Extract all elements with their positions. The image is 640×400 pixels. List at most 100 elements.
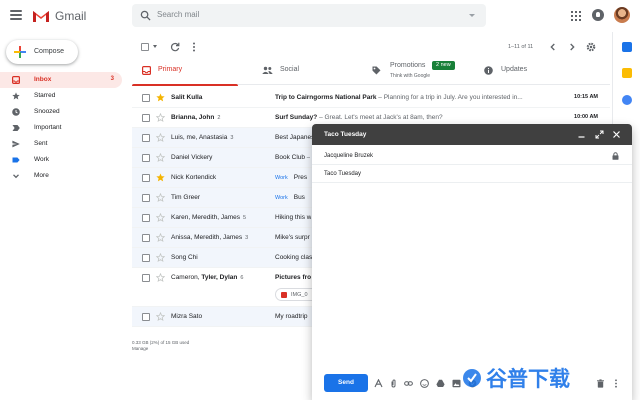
sidebar-item-sent[interactable]: Sent (0, 136, 122, 152)
work-label-chip[interactable]: Work (275, 175, 288, 181)
new-count-badge: 2 new (432, 61, 455, 70)
search-input[interactable]: Search mail (157, 10, 199, 19)
watermark-text: 谷普下载 (486, 367, 570, 391)
select-all-checkbox[interactable] (141, 43, 149, 51)
compose-button[interactable]: Compose (6, 40, 78, 64)
subject-text: Mike's surpr (275, 234, 310, 241)
fullscreen-icon[interactable] (595, 130, 604, 139)
sidebar-item-important[interactable]: Important (0, 120, 122, 136)
more-vert-icon[interactable] (192, 42, 196, 52)
formatting-icon[interactable] (374, 379, 383, 388)
emoji-icon[interactable] (420, 379, 429, 388)
sender-name: Salit Kulla (171, 94, 203, 101)
drive-icon[interactable] (436, 379, 445, 388)
search-icon[interactable] (140, 10, 151, 21)
list-toolbar: 1–11 of 11 (132, 36, 604, 58)
row-checkbox[interactable] (142, 154, 150, 162)
email-subject: Hiking this w (275, 214, 311, 221)
insert-photo-icon[interactable] (452, 379, 461, 388)
row-checkbox[interactable] (142, 194, 150, 202)
subject-field[interactable]: Taco Tuesday (312, 165, 632, 183)
chevron-left-icon[interactable] (549, 43, 557, 51)
row-checkbox[interactable] (142, 114, 150, 122)
star-icon[interactable] (156, 93, 165, 102)
calendar-icon[interactable] (622, 42, 632, 52)
star-outline-icon[interactable] (156, 312, 165, 321)
subject-text: Bus (293, 194, 305, 201)
attach-file-icon[interactable] (389, 379, 398, 388)
tab-label: Social (280, 66, 300, 73)
row-checkbox[interactable] (142, 174, 150, 182)
star-outline-icon[interactable] (156, 133, 165, 142)
tab-promotions[interactable]: Promotions 2 new Think with Google (370, 58, 490, 85)
sidebar-item-inbox[interactable]: Inbox 3 (0, 72, 122, 88)
sidebar-item-starred[interactable]: Starred (0, 88, 122, 104)
tasks-icon[interactable] (622, 95, 632, 105)
email-subject: My roadtrip (275, 313, 308, 320)
email-subject: Mike's surpr (275, 234, 310, 241)
recipients-field[interactable]: Jacqueline Bruzek (312, 147, 632, 165)
star-outline-icon[interactable] (156, 113, 165, 122)
email-sender: Daniel Vickery (171, 154, 212, 161)
chevron-right-icon[interactable] (568, 43, 576, 51)
email-sender: Salit Kulla (171, 94, 202, 101)
page-count: 1–11 of 11 (508, 44, 534, 50)
email-date: 10:15 AM (574, 94, 598, 100)
tab-updates[interactable]: Updates (482, 58, 582, 85)
row-checkbox[interactable] (142, 313, 150, 321)
settings-gear-icon[interactable] (586, 42, 596, 52)
tab-label: Updates (501, 66, 528, 73)
star-outline-icon[interactable] (156, 213, 165, 222)
sidebar-item-label: More (34, 172, 49, 179)
star-outline-icon[interactable] (156, 233, 165, 242)
notifications-icon[interactable] (592, 9, 604, 21)
insert-link-icon[interactable] (404, 379, 413, 388)
star-icon[interactable] (156, 173, 165, 182)
row-checkbox[interactable] (142, 94, 150, 102)
account-avatar[interactable] (614, 7, 630, 23)
star-outline-icon[interactable] (156, 193, 165, 202)
thread-count: 3 (230, 135, 234, 141)
star-outline-icon[interactable] (156, 153, 165, 162)
email-sender: Nick Kortendick (171, 174, 216, 181)
important-icon (12, 125, 20, 131)
sidebar-nav: Inbox 3 Starred Snoozed Important Sent W… (0, 72, 124, 184)
thread-count: 2 (217, 115, 221, 121)
work-label-chip[interactable]: Work (275, 195, 288, 201)
select-options-icon[interactable] (153, 45, 157, 48)
clock-icon (12, 108, 20, 116)
search-options-icon[interactable] (469, 14, 475, 17)
row-checkbox[interactable] (142, 274, 150, 282)
tab-primary[interactable]: Primary (132, 58, 238, 86)
apps-grid-icon[interactable] (571, 11, 581, 21)
search-bar[interactable]: Search mail (132, 4, 486, 27)
sidebar-item-more[interactable]: More (0, 168, 122, 184)
star-outline-icon[interactable] (156, 273, 165, 282)
site-watermark-logo: 谷普下载 (463, 367, 570, 391)
more-options-icon[interactable] (614, 379, 618, 388)
send-button[interactable]: Send (324, 374, 368, 392)
lock-icon[interactable] (612, 152, 619, 160)
keep-icon[interactable] (622, 68, 632, 78)
close-icon[interactable] (612, 130, 621, 139)
star-outline-icon[interactable] (156, 253, 165, 262)
email-row[interactable]: Salit Kulla Trip to Cairngorms National … (132, 88, 610, 108)
sidebar-item-snoozed[interactable]: Snoozed (0, 104, 122, 120)
gmail-logo[interactable]: Gmail (32, 8, 86, 24)
row-checkbox[interactable] (142, 214, 150, 222)
email-sender: Song Chi (171, 254, 198, 261)
delete-icon[interactable] (596, 379, 605, 388)
manage-storage-link[interactable]: Manage (132, 346, 189, 352)
tab-social[interactable]: Social (260, 58, 360, 85)
main-menu-icon[interactable] (10, 10, 22, 20)
minimize-icon[interactable] (577, 130, 586, 139)
sidebar-item-label: Important (34, 124, 62, 131)
storage-info: 0.33 GB (2%) of 15 GB used Manage (132, 340, 189, 352)
sidebar-item-work[interactable]: Work (0, 152, 122, 168)
row-checkbox[interactable] (142, 254, 150, 262)
row-checkbox[interactable] (142, 234, 150, 242)
row-checkbox[interactable] (142, 134, 150, 142)
thread-count: 6 (240, 275, 244, 281)
compose-header[interactable]: Taco Tuesday (312, 124, 632, 145)
refresh-icon[interactable] (170, 42, 180, 52)
